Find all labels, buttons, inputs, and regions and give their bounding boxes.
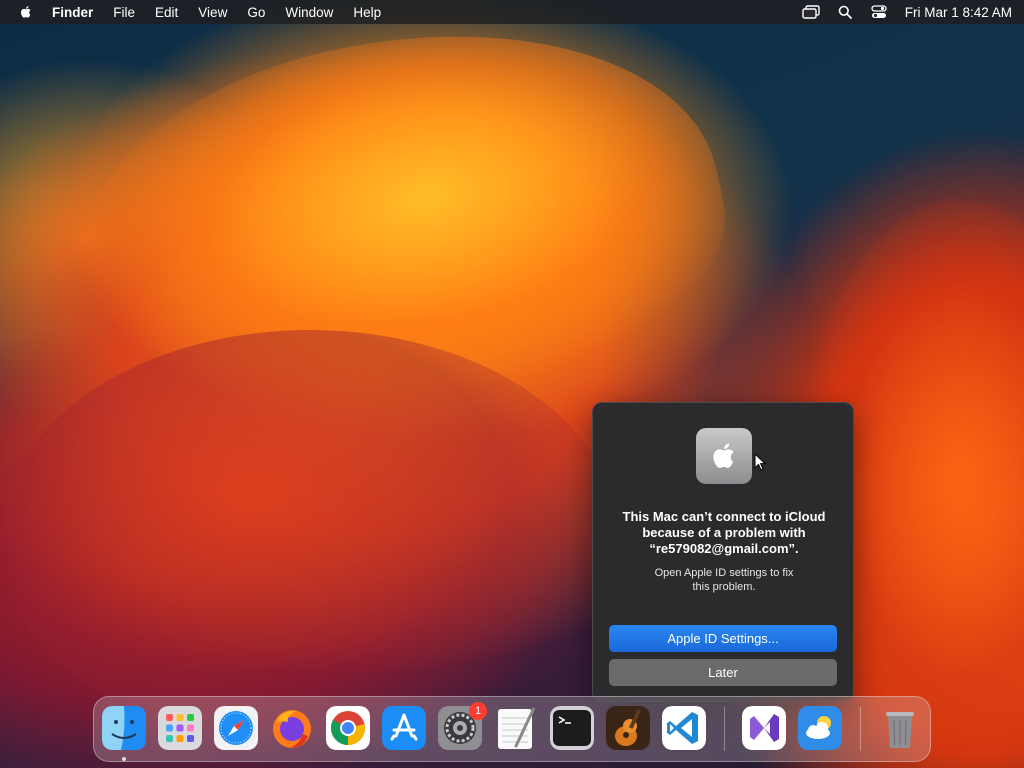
app-store-icon[interactable] [382, 706, 426, 750]
finder-icon[interactable] [102, 706, 146, 750]
terminal-icon[interactable] [550, 706, 594, 750]
dialog-title: This Mac can’t connect to iCloud because… [605, 509, 843, 557]
dock-separator [724, 707, 725, 751]
dock-separator [860, 707, 861, 751]
textedit-icon[interactable] [494, 706, 538, 750]
dialog-message-line: this problem. [692, 581, 756, 593]
spotlight-search-icon[interactable] [835, 4, 855, 20]
chrome-icon[interactable] [326, 706, 370, 750]
launchpad-icon[interactable] [158, 706, 202, 750]
firefox-icon[interactable] [270, 706, 314, 750]
menu-go[interactable]: Go [247, 5, 265, 20]
safari-icon[interactable] [214, 706, 258, 750]
garageband-icon[interactable] [606, 706, 650, 750]
menu-edit[interactable]: Edit [155, 5, 178, 20]
icloud-alert-dialog: This Mac can’t connect to iCloud because… [592, 402, 854, 702]
menu-view[interactable]: View [198, 5, 227, 20]
menu-bar: Finder File Edit View Go Window Help Fri… [0, 0, 1024, 24]
screen-mirroring-icon[interactable] [801, 4, 821, 20]
apple-logo-icon [696, 428, 752, 484]
vscode-icon[interactable] [662, 706, 706, 750]
apple-menu-icon[interactable] [18, 4, 34, 20]
dialog-title-line: because of a problem with [642, 525, 806, 540]
mouse-pointer-icon [754, 453, 766, 471]
apple-id-settings-button[interactable]: Apple ID Settings... [609, 625, 837, 652]
menu-file[interactable]: File [113, 5, 135, 20]
visual-studio-icon[interactable] [742, 706, 786, 750]
dock: 1 [93, 696, 931, 762]
desktop-wallpaper [0, 0, 1024, 768]
menu-window[interactable]: Window [285, 5, 333, 20]
dialog-message-line: Open Apple ID settings to fix [654, 567, 794, 579]
dialog-message: Open Apple ID settings to fix this probl… [623, 566, 825, 594]
dialog-title-line: This Mac can’t connect to iCloud [622, 509, 826, 524]
menu-app-name[interactable]: Finder [52, 5, 93, 20]
control-center-icon[interactable] [869, 4, 889, 20]
later-button[interactable]: Later [609, 659, 837, 686]
dialog-title-line: “re579082@gmail.com”. [649, 541, 799, 556]
menu-help[interactable]: Help [353, 5, 381, 20]
weather-icon[interactable] [798, 706, 842, 750]
notification-badge: 1 [469, 702, 487, 720]
menu-bar-clock[interactable]: Fri Mar 1 8:42 AM [905, 5, 1012, 20]
trash-icon[interactable] [878, 706, 922, 750]
running-indicator [122, 757, 126, 761]
